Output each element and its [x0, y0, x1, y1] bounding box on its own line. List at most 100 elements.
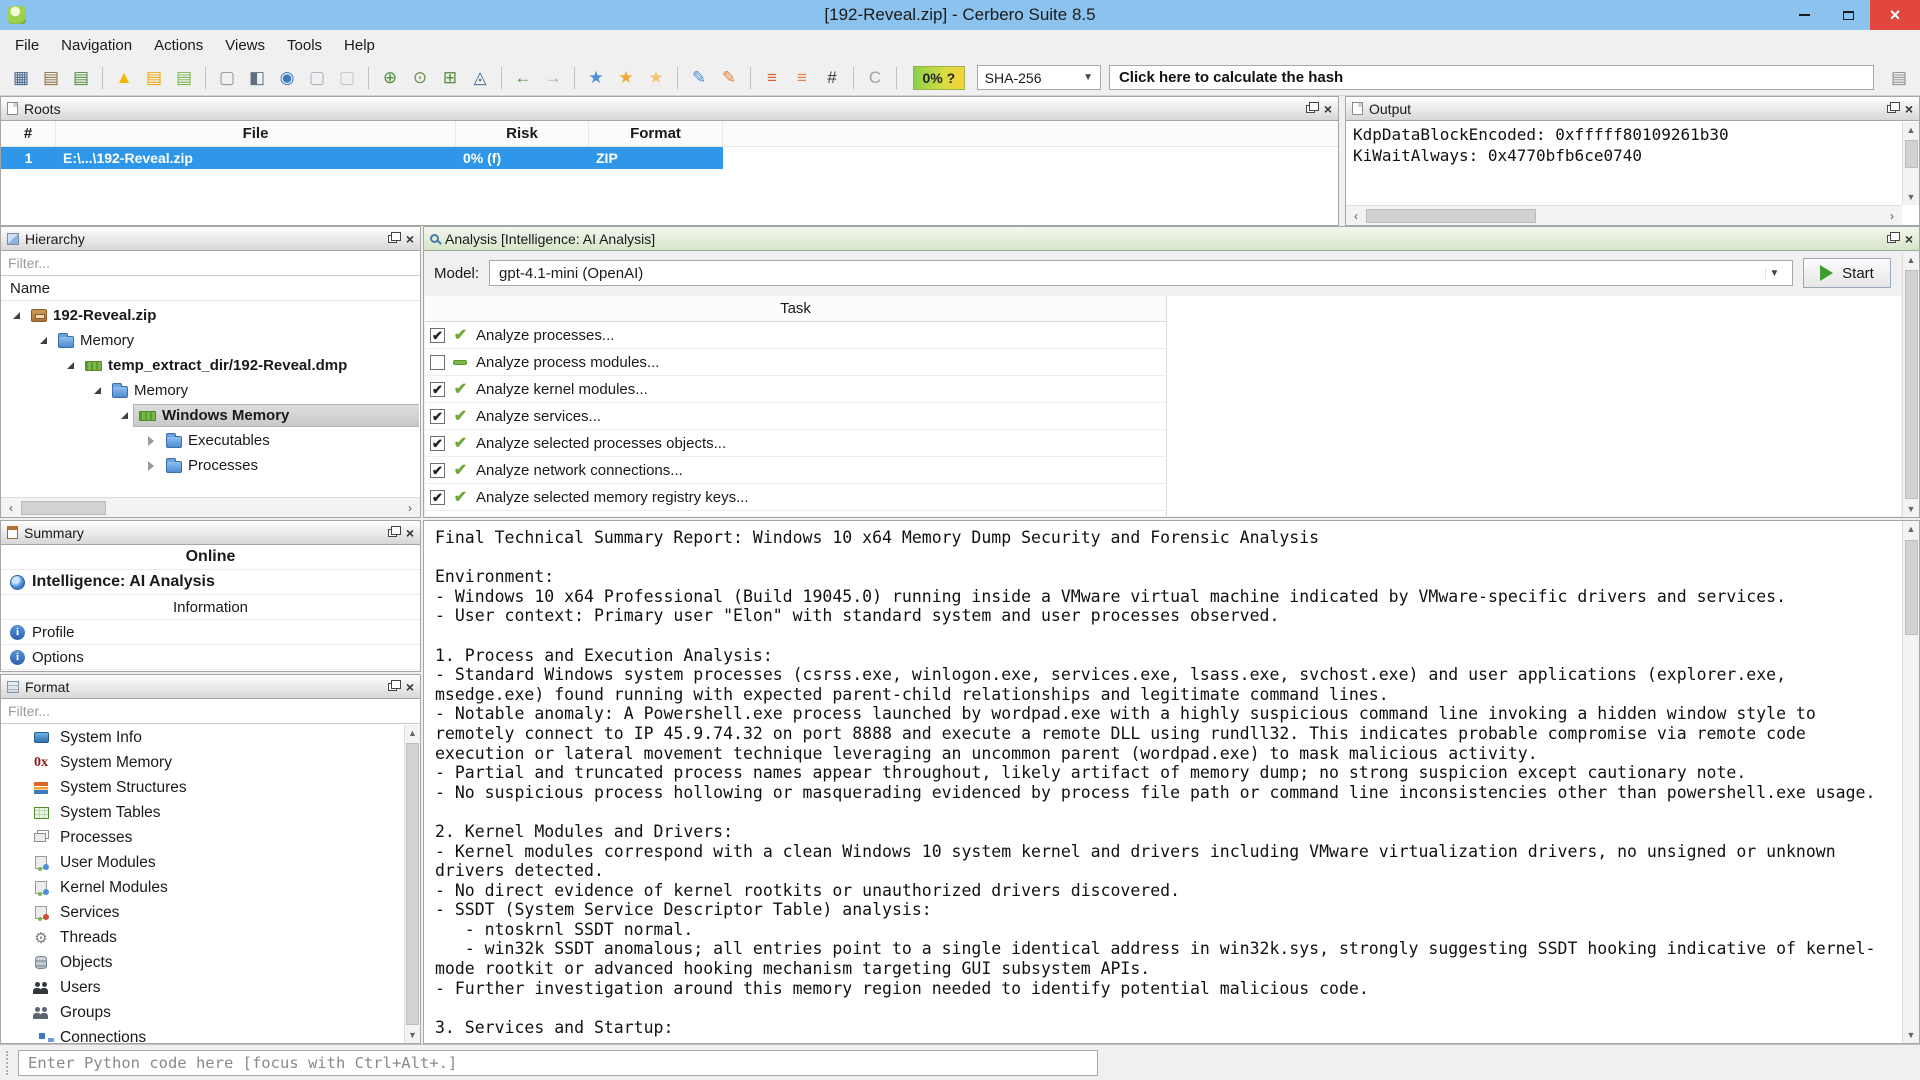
task-row-network-connections[interactable]: ✔ Analyze network connections... [425, 457, 1166, 484]
scroll-up-icon[interactable]: ▲ [1907, 252, 1916, 268]
task-row-services[interactable]: ✔ Analyze services... [425, 403, 1166, 430]
star-pale-icon[interactable]: ★ [643, 66, 669, 90]
hierarchy-name-header[interactable]: Name [1, 276, 420, 301]
drag-grip-icon[interactable] [6, 1051, 12, 1075]
menu-file[interactable]: File [4, 32, 50, 59]
output-vertical-scrollbar[interactable]: ▲ ▼ [1902, 122, 1919, 205]
task-row-process-modules[interactable]: Analyze process modules... [425, 349, 1166, 376]
analysis-vertical-scrollbar[interactable]: ▲ ▼ [1902, 252, 1919, 517]
python-code-input[interactable] [18, 1050, 1098, 1076]
expand-arrow-icon[interactable] [40, 337, 47, 344]
output-horizontal-scrollbar[interactable]: ‹ › [1346, 205, 1902, 225]
menu-views[interactable]: Views [214, 32, 276, 59]
scan-file-icon[interactable]: ◬ [467, 66, 493, 90]
tree-node-zip[interactable]: 192-Reveal.zip [2, 303, 419, 328]
add-file-icon[interactable]: ⊕ [377, 66, 403, 90]
float-panel-icon[interactable] [388, 529, 397, 537]
close-panel-icon[interactable]: × [406, 526, 414, 540]
scroll-down-icon[interactable]: ▼ [1907, 1027, 1916, 1043]
maximize-button[interactable] [1826, 0, 1870, 30]
tree-node-windows-memory[interactable]: Windows Memory [2, 403, 419, 428]
menu-navigation[interactable]: Navigation [50, 32, 143, 59]
import-file-icon[interactable]: ⊞ [437, 66, 463, 90]
task-row-registry-keys[interactable]: ✔ Analyze selected memory registry keys.… [425, 484, 1166, 511]
hash-field[interactable]: Click here to calculate the hash [1109, 65, 1874, 90]
risk-score-badge[interactable]: 0% ? [913, 66, 965, 90]
pencil-blue-icon[interactable]: ✎ [686, 66, 712, 90]
scroll-up-icon[interactable]: ▲ [408, 725, 417, 741]
float-panel-icon[interactable] [388, 235, 397, 243]
scrollbar-thumb[interactable] [1366, 209, 1536, 223]
scrollbar-thumb[interactable] [406, 743, 419, 1025]
format-item-objects[interactable]: Objects [2, 950, 403, 975]
format-item-processes[interactable]: Processes [2, 825, 403, 850]
task-row-kernel-modules[interactable]: ✔ Analyze kernel modules... [425, 376, 1166, 403]
column-num[interactable]: # [1, 121, 56, 146]
window-icon[interactable]: ▢ [214, 66, 240, 90]
float-panel-icon[interactable] [1306, 105, 1315, 113]
copy-icon[interactable]: ▤ [38, 66, 64, 90]
tree-node-dmp[interactable]: temp_extract_dir/192-Reveal.dmp [2, 353, 419, 378]
format-item-system-memory[interactable]: 0x System Memory [2, 750, 403, 775]
format-item-user-modules[interactable]: User Modules [2, 850, 403, 875]
scroll-right-icon[interactable]: › [1882, 209, 1902, 223]
hash-algorithm-select[interactable]: SHA-256 ▼ [977, 65, 1101, 90]
star-gold-icon[interactable]: ★ [613, 66, 639, 90]
menu-actions[interactable]: Actions [143, 32, 214, 59]
task-column-header[interactable]: Task [425, 296, 1166, 322]
collapse-arrow-icon[interactable] [148, 461, 154, 471]
float-panel-icon[interactable] [1887, 235, 1896, 243]
task-checkbox[interactable] [430, 382, 445, 397]
format-item-groups[interactable]: Groups [2, 1000, 403, 1025]
format-item-system-structures[interactable]: System Structures [2, 775, 403, 800]
task-checkbox[interactable] [430, 409, 445, 424]
menu-tools[interactable]: Tools [276, 32, 333, 59]
scrollbar-thumb[interactable] [1905, 270, 1918, 499]
task-checkbox[interactable] [430, 490, 445, 505]
close-panel-icon[interactable]: × [1905, 102, 1913, 116]
column-format[interactable]: Format [589, 121, 723, 146]
flash-file-green-icon[interactable]: ▤ [171, 66, 197, 90]
titlebar[interactable]: [192-Reveal.zip] - Cerbero Suite 8.5 × [0, 0, 1920, 30]
format-item-system-info[interactable]: System Info [2, 725, 403, 750]
summary-profile-link[interactable]: i Profile [1, 620, 420, 645]
tree-node-memory[interactable]: Memory [2, 328, 419, 353]
scrollbar-thumb[interactable] [1905, 540, 1918, 635]
frame-dashed-icon[interactable]: ▢ [334, 66, 360, 90]
pencil-orange-icon[interactable]: ✎ [716, 66, 742, 90]
float-panel-icon[interactable] [1887, 105, 1896, 113]
close-button[interactable]: × [1870, 0, 1920, 30]
roots-table-row[interactable]: 1 E:\...\192-Reveal.zip 0% (f) ZIP [1, 147, 723, 169]
task-row-processes[interactable]: ✔ Analyze processes... [425, 322, 1166, 349]
hierarchy-filter-input[interactable] [1, 251, 420, 275]
window-globe-icon[interactable]: ◉ [274, 66, 300, 90]
expand-arrow-icon[interactable] [94, 387, 101, 394]
carbon-icon[interactable]: C [862, 66, 888, 90]
scroll-down-icon[interactable]: ▼ [1907, 189, 1916, 205]
scroll-up-icon[interactable]: ▲ [1907, 122, 1916, 138]
expand-arrow-icon[interactable] [121, 412, 128, 419]
tree-node-executables[interactable]: Executables [2, 428, 419, 453]
hash-icon[interactable]: # [819, 66, 845, 90]
menu-help[interactable]: Help [333, 32, 386, 59]
format-vertical-scrollbar[interactable]: ▲ ▼ [404, 725, 420, 1043]
close-panel-icon[interactable]: × [406, 232, 414, 246]
scroll-down-icon[interactable]: ▼ [1907, 501, 1916, 517]
tree-node-processes[interactable]: Processes [2, 453, 419, 478]
task-checkbox[interactable] [430, 355, 445, 370]
structures-icon[interactable]: ≡ [759, 66, 785, 90]
window-save-icon[interactable]: ◧ [244, 66, 270, 90]
column-file[interactable]: File [56, 121, 456, 146]
flash-file-icon[interactable]: ▤ [141, 66, 167, 90]
task-row-processes-objects[interactable]: ✔ Analyze selected processes objects... [425, 430, 1166, 457]
report-vertical-scrollbar[interactable]: ▲ ▼ [1902, 521, 1919, 1043]
expand-arrow-icon[interactable] [67, 362, 74, 369]
format-item-threads[interactable]: ⚙ Threads [2, 925, 403, 950]
format-item-connections[interactable]: Connections [2, 1025, 403, 1042]
copy-hash-icon[interactable]: ▤ [1886, 66, 1912, 90]
close-panel-icon[interactable]: × [406, 680, 414, 694]
structures-edit-icon[interactable]: ≡ [789, 66, 815, 90]
summary-intelligence-item[interactable]: Intelligence: AI Analysis [1, 570, 420, 595]
start-button[interactable]: Start [1803, 258, 1891, 288]
scrollbar-thumb[interactable] [21, 501, 106, 515]
